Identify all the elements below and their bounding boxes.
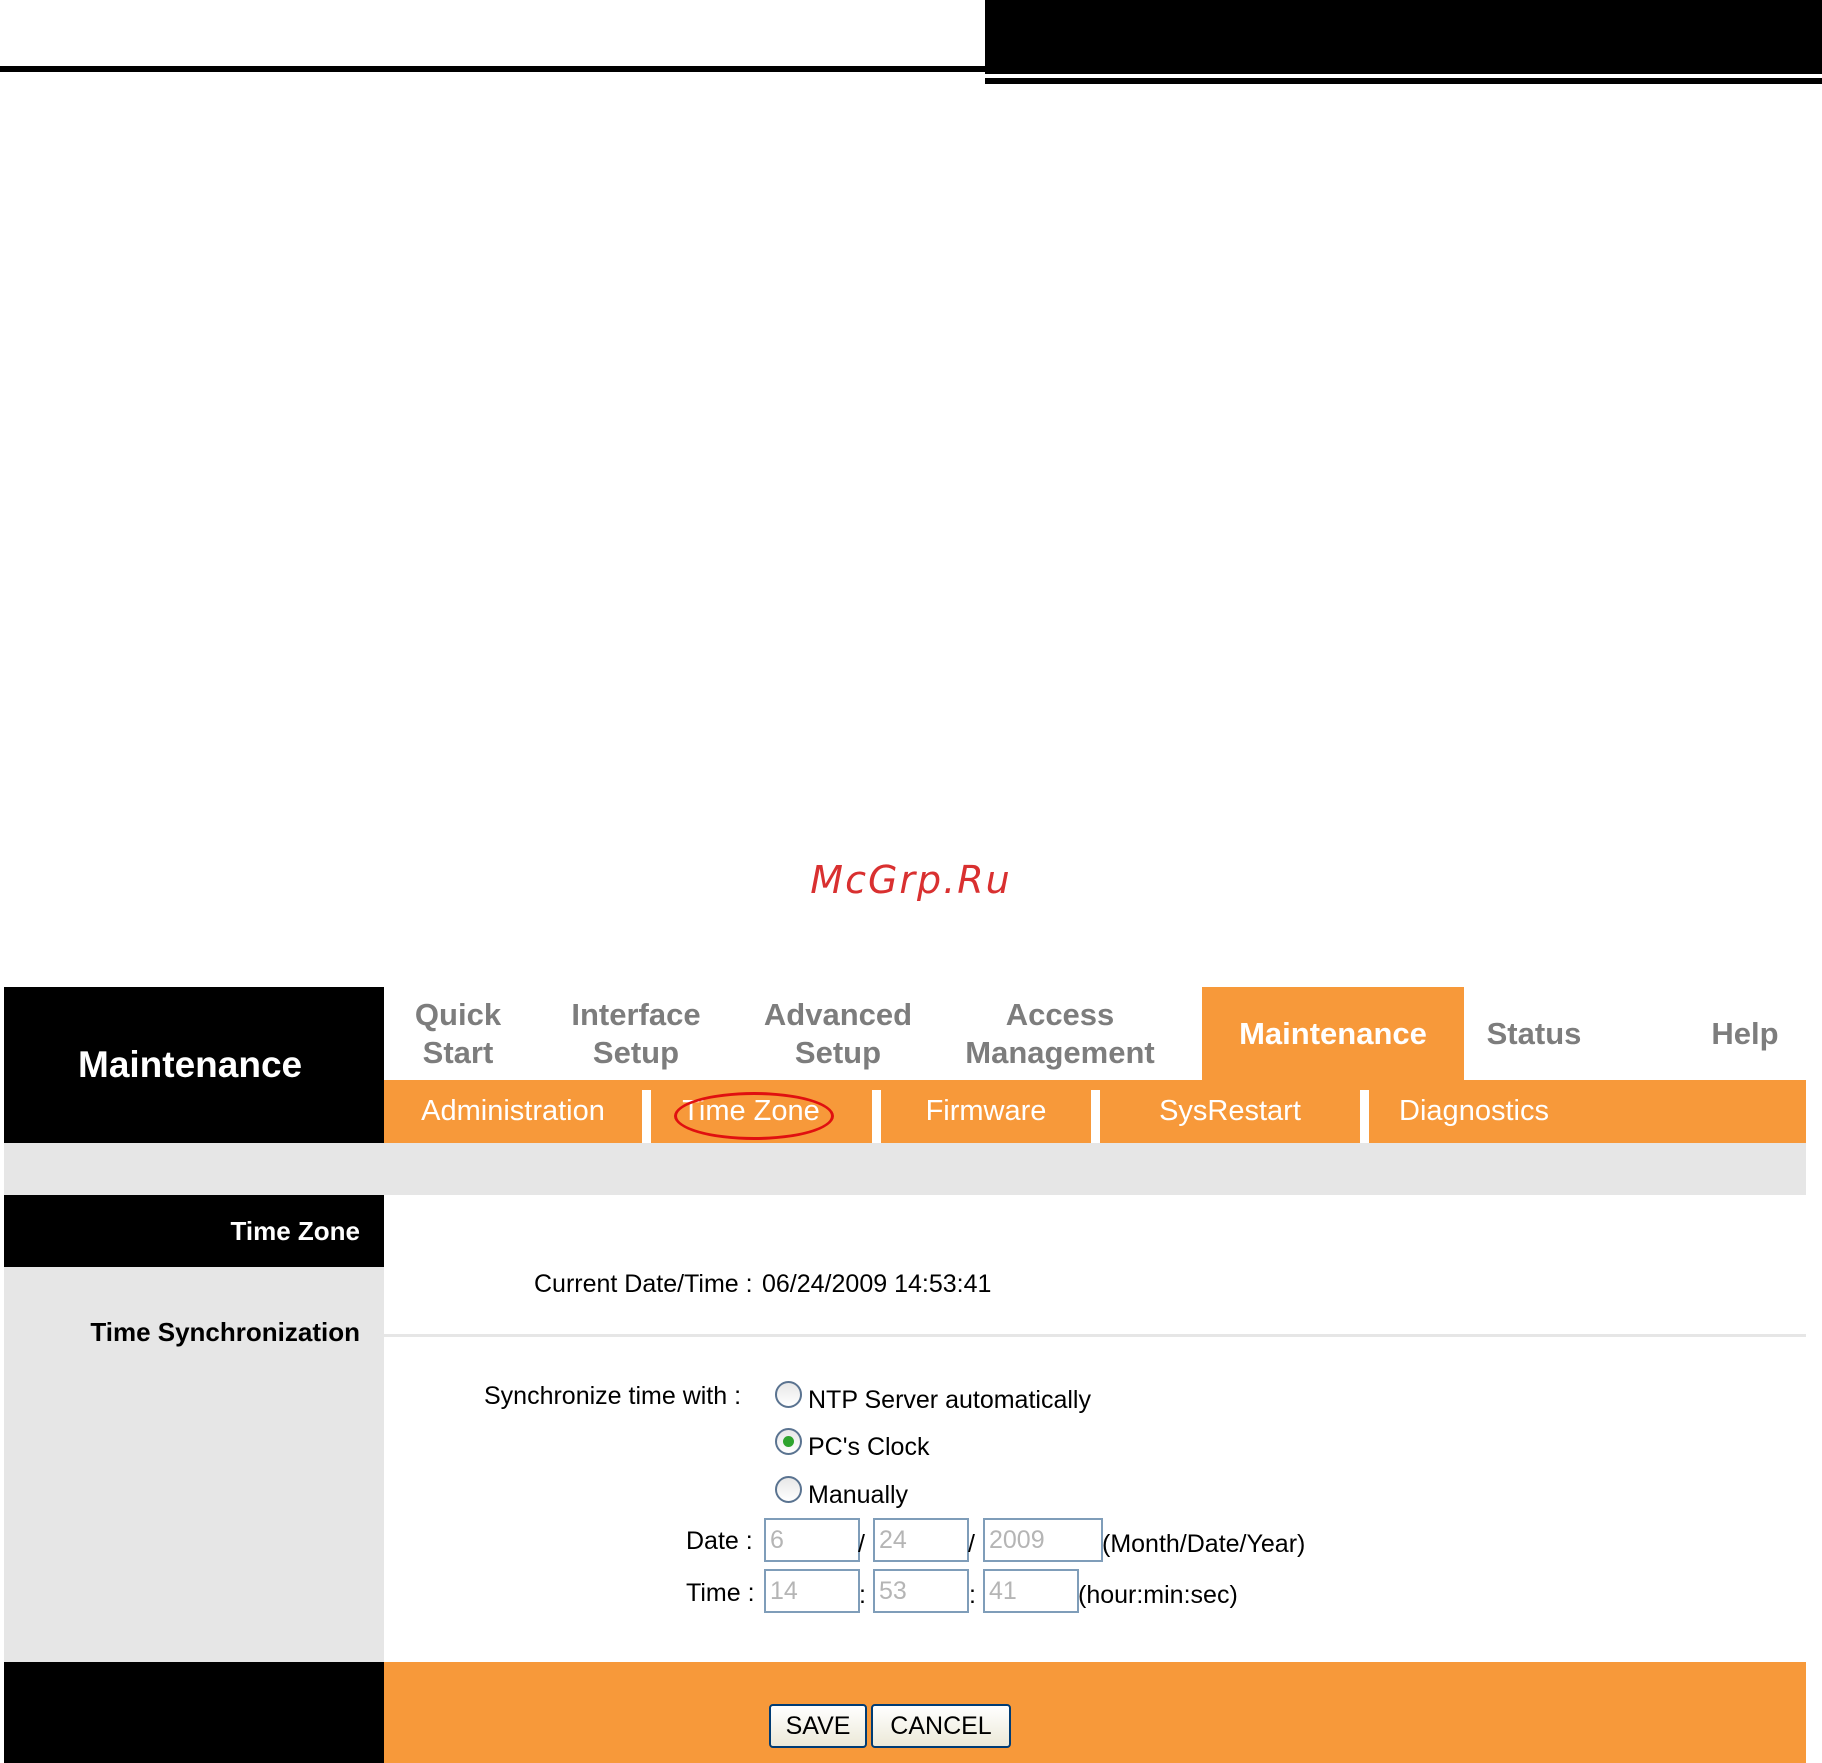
footer-bar: SAVE CANCEL (384, 1662, 1806, 1763)
sidebar-time-sync: Time Synchronization (90, 1317, 360, 1347)
radio-pc-clock-label: PC's Clock (808, 1433, 930, 1461)
date-year-input[interactable] (983, 1518, 1103, 1562)
time-label: Time : (686, 1579, 755, 1607)
header-bar (985, 0, 1822, 78)
nav-label: Management (965, 1034, 1155, 1070)
current-datetime-value: 06/24/2009 14:53:41 (762, 1270, 992, 1298)
radio-pc-clock[interactable] (775, 1428, 802, 1455)
section-title: Maintenance (4, 987, 384, 1143)
nav-maintenance[interactable]: Maintenance (1202, 987, 1464, 1080)
subnav-separator (1360, 1090, 1369, 1143)
main-nav: Quick Start Interface Setup Advanced Setup … (384, 987, 1806, 1080)
date-label: Date : (686, 1527, 753, 1555)
time-min-input[interactable] (873, 1569, 969, 1613)
highlight-circle (674, 1092, 834, 1140)
subnav-diagnostics[interactable]: Diagnostics (1369, 1080, 1579, 1143)
radio-ntp-server[interactable] (775, 1381, 802, 1408)
nav-access-management[interactable]: Access Management (936, 987, 1184, 1080)
radio-manually[interactable] (775, 1476, 802, 1503)
date-day-input[interactable] (873, 1518, 969, 1562)
nav-label: Interface (571, 996, 701, 1032)
sync-label: Synchronize time with : (484, 1382, 742, 1410)
nav-quick-start[interactable]: Quick Start (384, 987, 532, 1080)
nav-advanced-setup[interactable]: Advanced Setup (740, 987, 936, 1080)
nav-help[interactable]: Help (1684, 987, 1806, 1080)
subnav-sysrestart[interactable]: SysRestart (1100, 1080, 1360, 1143)
watermark: McGrp.Ru (810, 858, 1012, 902)
current-datetime-label: Current Date/Time : (534, 1270, 753, 1298)
nav-label: Access (1005, 996, 1115, 1032)
nav-label: Start (422, 1034, 494, 1070)
nav-label: Advanced (763, 996, 913, 1032)
subnav-separator (1091, 1090, 1100, 1143)
sidebar-time-zone: Time Zone (4, 1195, 384, 1267)
nav-status[interactable]: Status (1464, 987, 1604, 1080)
footer-left (4, 1662, 384, 1763)
nav-label: Quick (414, 996, 502, 1032)
save-button[interactable]: SAVE (769, 1704, 867, 1748)
subnav-separator (642, 1090, 651, 1143)
subnav-administration[interactable]: Administration (384, 1080, 642, 1143)
header-rule (0, 66, 985, 72)
radio-ntp-label: NTP Server automatically (808, 1386, 1091, 1414)
nav-label: Maintenance (1239, 1015, 1427, 1051)
date-separator: / (968, 1530, 975, 1558)
nav-label: Status (1486, 1015, 1582, 1051)
time-hint: (hour:min:sec) (1078, 1581, 1238, 1609)
time-hour-input[interactable] (764, 1569, 860, 1613)
subnav-firmware[interactable]: Firmware (881, 1080, 1091, 1143)
nav-label: Help (1711, 1015, 1779, 1051)
cancel-button[interactable]: CANCEL (871, 1704, 1011, 1748)
sub-nav: Administration Time Zone Firmware SysRes… (384, 1080, 1806, 1143)
nav-label: Setup (794, 1034, 882, 1070)
date-separator: / (858, 1530, 865, 1558)
time-separator: : (969, 1581, 976, 1609)
subnav-separator (872, 1090, 881, 1143)
nav-interface-setup[interactable]: Interface Setup (532, 987, 740, 1080)
router-admin-panel: Maintenance Quick Start Interface Setup Ad… (4, 987, 1806, 1763)
date-month-input[interactable] (764, 1518, 860, 1562)
separator-strip (4, 1143, 1806, 1195)
radio-manually-label: Manually (808, 1481, 909, 1509)
content-divider (384, 1334, 1806, 1337)
time-separator: : (859, 1581, 866, 1609)
date-hint: (Month/Date/Year) (1102, 1530, 1306, 1558)
nav-label: Setup (592, 1034, 680, 1070)
time-sec-input[interactable] (983, 1569, 1079, 1613)
